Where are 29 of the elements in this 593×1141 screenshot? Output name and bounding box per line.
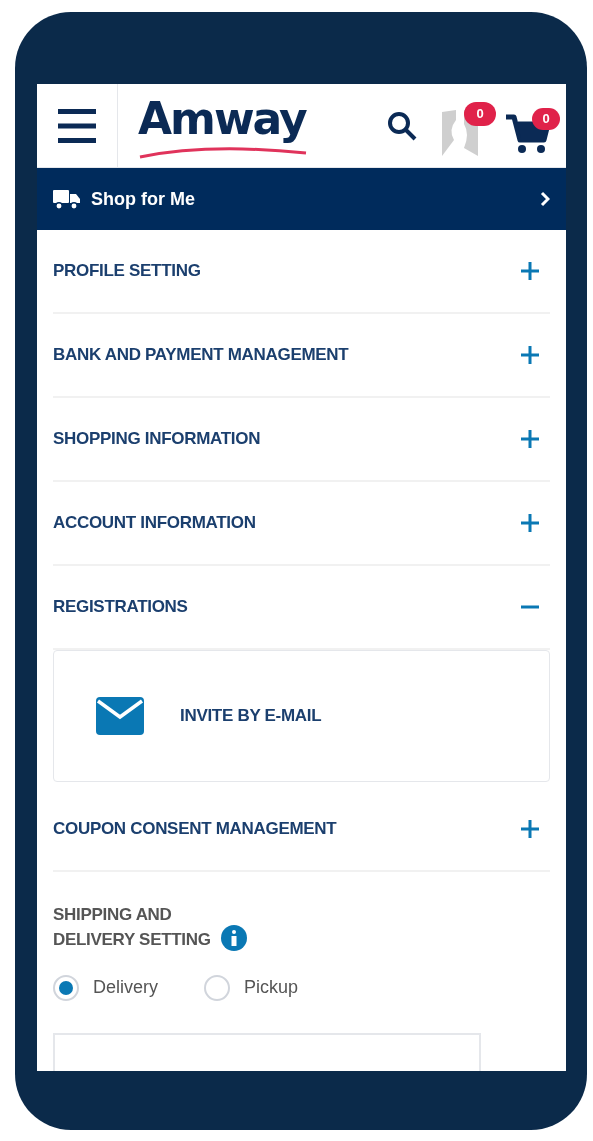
radio-button[interactable]: [53, 974, 79, 1001]
info-icon[interactable]: [220, 925, 247, 951]
envelope-icon: [96, 697, 144, 735]
shop-for-me-label: Shop for Me: [91, 187, 195, 211]
truck-icon: [53, 188, 81, 210]
shop-for-me-bar[interactable]: Shop for Me: [37, 168, 566, 230]
plus-icon[interactable]: [520, 429, 540, 449]
plus-icon[interactable]: [520, 345, 540, 365]
plus-icon[interactable]: [520, 261, 540, 281]
section-title[interactable]: REGISTRATIONS: [53, 594, 188, 620]
search-icon[interactable]: [386, 109, 418, 142]
section-title[interactable]: SHOPPING INFORMATION: [53, 426, 261, 452]
chevron-right-icon: [540, 191, 550, 207]
section-title[interactable]: COUPON CONSENT MANAGEMENT: [53, 816, 337, 842]
radio-button[interactable]: [204, 974, 230, 1001]
amway-logo[interactable]: Amway: [138, 92, 308, 159]
section-title[interactable]: BANK AND PAYMENT MANAGEMENT: [53, 342, 349, 368]
invite-label: INVITE BY E-MAIL: [180, 705, 322, 728]
menu-icon[interactable]: [58, 108, 96, 143]
invite-card[interactable]: INVITE BY E-MAIL: [53, 650, 550, 782]
shipping-title: SHIPPING AND DELIVERY SETTING: [53, 904, 211, 951]
plus-icon[interactable]: [520, 513, 540, 533]
section-title[interactable]: ACCOUNT INFORMATION: [53, 510, 256, 536]
count-badge: 0: [464, 101, 496, 126]
count-badge: 0: [532, 107, 560, 130]
plus-icon[interactable]: [520, 819, 540, 839]
radio-label: Delivery: [93, 976, 158, 999]
radio-label: Pickup: [244, 976, 299, 999]
section-title[interactable]: PROFILE SETTING: [53, 258, 201, 284]
